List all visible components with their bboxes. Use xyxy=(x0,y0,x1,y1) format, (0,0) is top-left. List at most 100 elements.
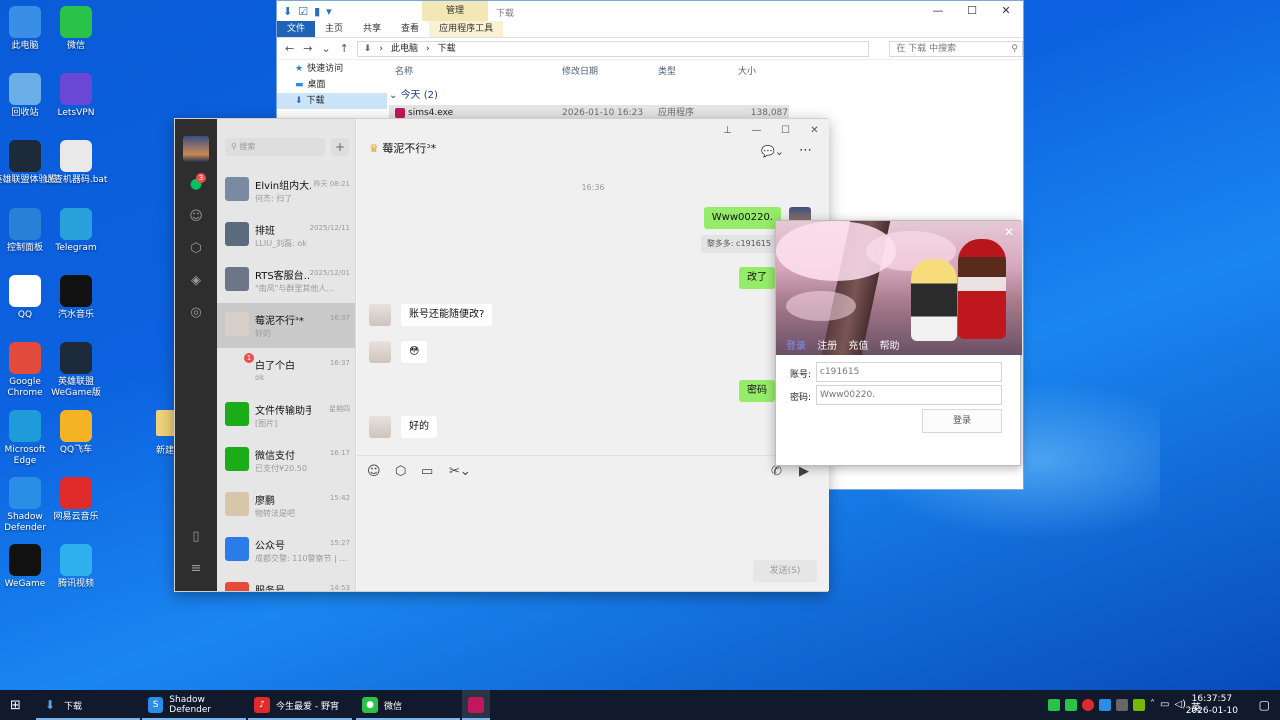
conversation-item[interactable]: 白了个白 16:37 ok 1 xyxy=(217,348,355,393)
nav-desktop[interactable]: ▬ 桌面 xyxy=(277,77,387,93)
taskbar-item-shadow-defender[interactable]: S Shadow Defender xyxy=(142,690,246,720)
network-icon[interactable]: ▭ xyxy=(1160,699,1169,714)
desktop-icon-item[interactable]: LetsVPN xyxy=(43,73,109,119)
column-type[interactable]: 类型 xyxy=(658,61,738,83)
clock[interactable]: 16:37:57 2026-01-10 xyxy=(1186,693,1238,717)
folder-icon[interactable] xyxy=(156,410,176,436)
account-input[interactable]: c191615 xyxy=(816,362,1002,382)
desktop-icon-item[interactable]: Telegram xyxy=(43,208,109,254)
menu-icon[interactable]: ≡ xyxy=(188,561,204,577)
chevron-down-icon[interactable]: ▾ xyxy=(326,5,332,18)
breadcrumb-this-pc[interactable]: 此电脑 xyxy=(391,42,418,56)
folder-icon[interactable]: ▮ xyxy=(314,5,320,18)
search-input[interactable]: ⚲ 搜索 xyxy=(225,138,325,156)
more-icon[interactable]: ⋯ xyxy=(799,143,812,158)
conversation-item[interactable]: Elvin组内大...昨天 08:21 何杰: 扫了 xyxy=(217,168,355,213)
quoted-message[interactable]: 黎多多: c191615 xyxy=(700,235,777,253)
emoji-icon[interactable]: ☺ xyxy=(367,464,381,479)
avatar[interactable] xyxy=(183,136,209,162)
mini-programs-icon[interactable]: ◎ xyxy=(188,305,204,321)
close-button[interactable]: ✕ xyxy=(800,119,829,143)
contact-avatar[interactable] xyxy=(369,416,391,438)
desktop-icon-item[interactable]: 微信 xyxy=(43,6,109,52)
desktop-icon-item[interactable]: 腾讯视频 xyxy=(43,544,109,590)
wechat-tray-icon[interactable] xyxy=(1048,699,1060,711)
taskbar-item-explorer[interactable]: ⬇ 下载 xyxy=(36,690,140,720)
column-date[interactable]: 修改日期 xyxy=(562,61,658,83)
desktop-icon-item[interactable]: 汽水音乐 xyxy=(43,275,109,321)
desktop-icon-item[interactable]: 英雄联盟WeGame版 xyxy=(43,342,109,399)
favorites-icon[interactable]: ⬡ xyxy=(188,241,204,257)
voice-call-icon[interactable]: ✆ xyxy=(771,464,782,479)
message-bubble-out[interactable]: 改了 xyxy=(739,267,775,289)
music-tray-icon[interactable] xyxy=(1082,699,1094,711)
minimize-button[interactable]: — xyxy=(742,119,771,143)
chevron-down-icon[interactable]: ⌄ xyxy=(321,42,330,55)
shield-tray-icon[interactable] xyxy=(1099,699,1111,711)
taskbar-item-app[interactable] xyxy=(462,690,490,720)
tab-recharge[interactable]: 充值 xyxy=(848,341,868,352)
column-size[interactable]: 大小 xyxy=(738,61,788,83)
pin-icon[interactable]: ⊥ xyxy=(713,119,742,143)
tray-icon[interactable] xyxy=(1116,699,1128,711)
nav-quick-access[interactable]: ★ 快速访问 xyxy=(277,61,387,77)
desktop-icon-item[interactable]: 网易云音乐 xyxy=(43,477,109,523)
breadcrumb-downloads[interactable]: 下载 xyxy=(438,42,456,56)
tab-register[interactable]: 注册 xyxy=(817,341,837,352)
message-bubble-out[interactable]: 密码 xyxy=(739,380,775,402)
maximize-button[interactable]: ☐ xyxy=(771,119,800,143)
forward-icon[interactable]: → xyxy=(303,42,312,55)
message-bubble-out[interactable]: Www00220. xyxy=(703,207,781,229)
nvidia-tray-icon[interactable] xyxy=(1133,699,1145,711)
tab-file[interactable]: 文件 xyxy=(277,21,316,37)
conversation-item[interactable]: 文件传输助手 星期四 [图片] xyxy=(217,393,355,438)
message-bubble-in[interactable]: 好的 xyxy=(401,416,437,438)
start-button[interactable]: ⊞ xyxy=(4,690,34,720)
conversation-item[interactable]: 公众号 15:27 成都交警: 110警察节 | ... xyxy=(217,528,355,573)
conversation-item[interactable]: 服务号 14:53 xyxy=(217,573,355,591)
notification-icon[interactable]: ▢ xyxy=(1259,698,1270,712)
wechat-tray-icon[interactable] xyxy=(1065,699,1077,711)
tab-view[interactable]: 查看 xyxy=(391,21,429,37)
contact-avatar[interactable] xyxy=(369,341,391,363)
properties-icon[interactable]: ☑ xyxy=(298,5,308,18)
login-button[interactable]: 登录 xyxy=(922,409,1002,433)
group-header[interactable]: ⌄ 今天 (2) xyxy=(389,87,1019,105)
moments-icon[interactable]: ◈ xyxy=(188,273,204,289)
message-bubble-in[interactable]: 😳 xyxy=(401,341,428,363)
scissors-icon[interactable]: ✂⌄ xyxy=(449,464,471,479)
taskbar-item-music[interactable]: ♪ 今生最爱 - 野宵 xyxy=(248,690,352,720)
maximize-button[interactable]: ☐ xyxy=(955,1,989,21)
conversation-item[interactable]: 排班 2025/12/11 LLIU_刘磊: ok xyxy=(217,213,355,258)
desktop-icon-item[interactable]: LY查机器码.bat xyxy=(43,140,109,186)
volume-icon[interactable]: ◁) xyxy=(1174,699,1186,714)
favorites-icon[interactable]: ⬡ xyxy=(395,464,406,479)
chevron-up-icon[interactable]: ˄ xyxy=(1150,699,1155,714)
password-input[interactable]: Www00220. xyxy=(816,385,1002,405)
tab-login[interactable]: 登录 xyxy=(786,341,806,352)
phone-icon[interactable]: ▯ xyxy=(188,529,204,545)
nav-downloads[interactable]: ⬇ 下载 xyxy=(277,93,387,109)
back-icon[interactable]: ← xyxy=(285,42,294,55)
up-icon[interactable]: ↑ xyxy=(340,42,349,55)
conversation-item[interactable]: RTS客服台... 2025/12/01 "南风"与群里其他人... xyxy=(217,258,355,303)
tab-share[interactable]: 共享 xyxy=(353,21,391,37)
contacts-icon[interactable]: ☺ xyxy=(188,209,204,225)
search-input[interactable]: 在 下载 中搜索 ⚲ xyxy=(889,40,1023,57)
minimize-button[interactable]: — xyxy=(921,1,955,21)
desktop-icon-item[interactable]: QQ飞车 xyxy=(43,410,109,456)
folder-icon[interactable]: ▭ xyxy=(421,464,433,479)
context-tab-manage[interactable]: 管理 xyxy=(422,1,488,21)
conversation-item[interactable]: 廖鹏 15:42 物转法是吧 xyxy=(217,483,355,528)
taskbar-item-wechat[interactable]: ● 微信 xyxy=(356,690,460,720)
message-bubble-in[interactable]: 账号还能随便改? xyxy=(401,304,493,326)
add-button[interactable]: + xyxy=(331,138,349,156)
tab-app-tools[interactable]: 应用程序工具 xyxy=(429,21,504,37)
video-call-icon[interactable]: ▶ xyxy=(799,464,809,479)
address-bar[interactable]: ⬇ › 此电脑 › 下载 xyxy=(356,40,870,57)
tab-home[interactable]: 主页 xyxy=(315,21,353,37)
conversation-item[interactable]: 微信支付 16:17 已支付¥20.50 xyxy=(217,438,355,483)
column-name[interactable]: 名称 xyxy=(389,61,562,83)
send-button[interactable]: 发送(S) xyxy=(753,560,817,582)
close-icon[interactable]: ✕ xyxy=(1004,225,1014,239)
